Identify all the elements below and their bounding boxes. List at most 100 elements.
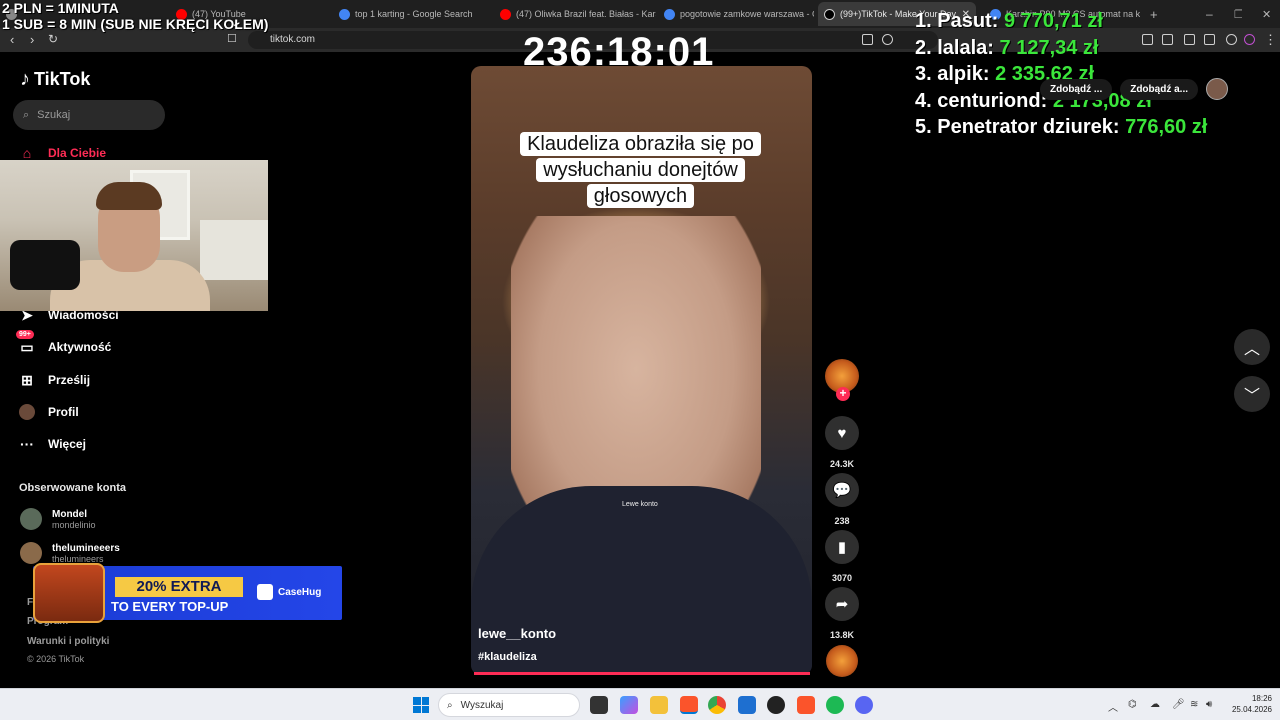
stream-timer: 236:18:01 [523, 30, 715, 74]
brave-icon[interactable] [797, 696, 815, 714]
donor-name: Pasut: [937, 10, 999, 32]
profile-avatar [18, 403, 36, 421]
nav-label: Profil [48, 405, 79, 419]
task-view-icon[interactable] [590, 696, 608, 714]
like-action[interactable]: ♥ 24.3K [825, 416, 859, 469]
chrome-icon[interactable] [708, 696, 726, 714]
brave-icon[interactable] [680, 696, 698, 714]
casehug-logo-icon [257, 584, 273, 600]
followed-account[interactable]: thelumineeers thelumineers [20, 542, 120, 564]
get-app-button[interactable]: Zdobądź a... [1120, 78, 1198, 100]
nav-upload[interactable]: ⊞ Prześlij [18, 371, 90, 389]
microphone-icon[interactable]: 🎤︎ [1172, 699, 1185, 710]
heart-icon[interactable]: ♥ [825, 416, 859, 450]
nav-more[interactable]: ··· Więcej [18, 435, 86, 453]
browser-tab[interactable]: pogotowie zamkowe warszawa - Goo [658, 4, 814, 24]
save-action[interactable]: ▮ 3070 [825, 530, 859, 583]
followed-account[interactable]: Mondel mondelinio [20, 508, 96, 530]
avatar [20, 542, 42, 564]
donation-amount: 9 770,71 zł [1003, 10, 1103, 32]
cloud-icon[interactable]: ☁ [1150, 699, 1160, 710]
rank: 1. [915, 10, 932, 32]
donation-rate-overlay: 2 PLN = 1MINUTA 1 SUB = 8 MIN (SUB NIE K… [2, 0, 268, 32]
close-window-icon[interactable]: ✕ [1256, 4, 1270, 24]
file-explorer-icon[interactable] [650, 696, 668, 714]
copyright: © 2026 TikTok [27, 654, 85, 664]
menu-icon[interactable]: ⋮ [1264, 32, 1277, 48]
music-disc[interactable] [826, 645, 858, 677]
footer-link[interactable]: Warunki i polityki [27, 636, 109, 647]
wifi-icon[interactable]: ≋ [1190, 699, 1198, 710]
store-icon[interactable] [738, 696, 756, 714]
next-video-button[interactable]: ﹀ [1234, 376, 1270, 412]
taskbar-search[interactable]: ⌕ Wyszukaj [438, 693, 580, 717]
share-action[interactable]: ➦ 13.8K [825, 587, 859, 640]
profile-icon[interactable] [1244, 34, 1255, 45]
spotify-icon[interactable] [826, 696, 844, 714]
tiktok-logo[interactable]: ♪ TikTok [20, 68, 90, 91]
copilot-icon[interactable] [620, 696, 638, 714]
user-avatar[interactable] [1206, 78, 1228, 100]
search-input[interactable]: ⌕ Szukaj [13, 100, 165, 130]
notification-badge: 99+ [16, 330, 34, 339]
donation-leaderboard: 1. Pasut: 9 770,71 zł 2. lalala: 7 127,3… [915, 8, 1207, 141]
video-progress-bar[interactable] [474, 672, 810, 675]
volume-icon[interactable]: 🔊︎ [1206, 699, 1212, 710]
search-icon: ⌕ [23, 108, 30, 121]
reload-icon[interactable]: ↻ [48, 32, 58, 46]
comment-icon[interactable]: 💬 [825, 473, 859, 507]
ad-banner[interactable]: 20% EXTRA TO EVERY TOP-UP CaseHug [33, 563, 342, 623]
search-icon: ⌕ [447, 699, 453, 711]
zoom-icon[interactable] [882, 34, 893, 45]
donation-amount: 7 127,34 zł [999, 36, 1099, 59]
rank: 5. [915, 116, 932, 138]
nav-activity[interactable]: ▭ 99+ Aktywność [16, 330, 112, 356]
donor-name: centuriond: [937, 89, 1048, 112]
windows-start-icon[interactable] [413, 697, 429, 713]
bookmark-icon[interactable]: ☐ [227, 32, 237, 45]
bookmark-icon[interactable]: ▮ [825, 530, 859, 564]
taskbar-clock[interactable]: 18:26 25.04.2026 [1222, 693, 1272, 715]
video-author[interactable]: lewe__konto [478, 626, 556, 641]
previous-video-button[interactable]: ︿ [1234, 329, 1270, 365]
search-placeholder: Wyszukaj [460, 699, 504, 711]
obs-icon[interactable] [767, 696, 785, 714]
donor-name: alpik: [937, 63, 990, 85]
google-icon [664, 8, 675, 20]
network-icon[interactable]: ⌬ [1128, 699, 1137, 710]
save-count: 3070 [831, 573, 853, 583]
tab-title: (47) Oliwka Brazil feat. Białas - Karab [516, 9, 656, 19]
nav-profile[interactable]: Profil [18, 403, 79, 421]
video-caption: Klaudeliza obraziła się po wysłuchaniu d… [503, 131, 778, 209]
leaderboard-entry: 1. Pasut: 9 770,71 zł [915, 8, 1207, 35]
clock-date: 25.04.2026 [1231, 705, 1272, 714]
maximize-icon[interactable]: ❐ [1228, 4, 1242, 24]
browser-tab[interactable]: (47) Oliwka Brazil feat. Białas - Karab [494, 4, 656, 24]
back-icon[interactable]: ‹ [10, 32, 14, 47]
followed-accounts-title: Obserwowane konta [19, 482, 126, 494]
browser-tab[interactable]: top 1 karting - Google Search [333, 4, 491, 24]
follow-plus-icon[interactable]: + [836, 387, 850, 401]
video-shirt [471, 486, 812, 675]
ad-headline: 20% EXTRA [115, 577, 243, 597]
share-icon[interactable]: ➦ [825, 587, 859, 621]
discord-icon[interactable] [855, 696, 873, 714]
download-icon[interactable] [1226, 34, 1237, 45]
nav-label: Aktywność [48, 340, 112, 354]
video-hashtag[interactable]: #klaudeliza [478, 651, 537, 663]
tiktok-logo-icon: ♪ [20, 68, 30, 90]
inbox-icon: ▭ 99+ [16, 330, 36, 356]
get-coins-button[interactable]: Zdobądź ... [1040, 78, 1113, 100]
share-count: 13.8K [829, 630, 855, 640]
video-watermark: Lewe konto [622, 501, 658, 508]
account-name: Mondel [52, 508, 87, 520]
tray-chevron-icon[interactable]: ︿ [1108, 699, 1118, 714]
extension-icon[interactable] [862, 34, 873, 45]
donor-name: lalala: [937, 36, 994, 59]
forward-icon[interactable]: › [30, 32, 34, 47]
webcam-overlay [0, 160, 268, 311]
youtube-icon [500, 8, 511, 20]
chevron-up-icon: ︿ [1243, 341, 1260, 358]
clock-time: 18:26 [1251, 694, 1272, 703]
comment-action[interactable]: 💬 238 [825, 473, 859, 526]
